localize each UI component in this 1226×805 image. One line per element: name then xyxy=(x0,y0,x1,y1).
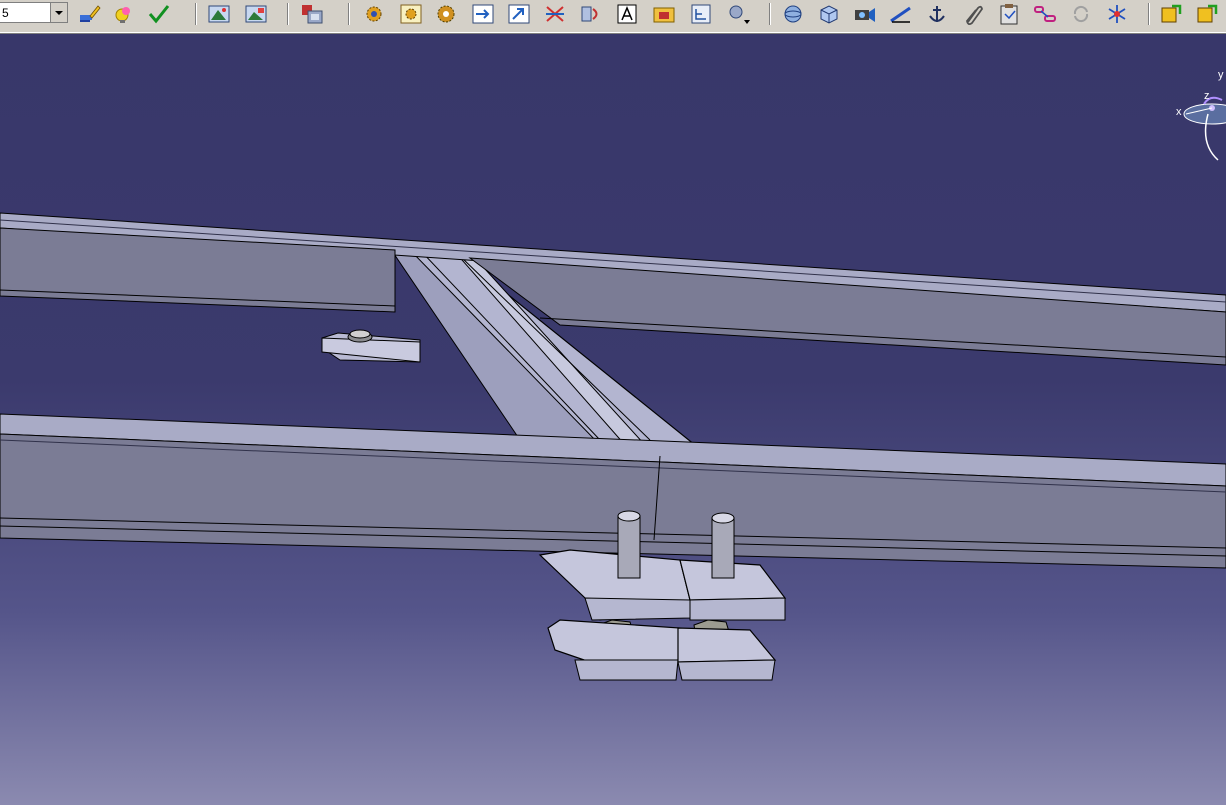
top-toolbar: 5 xyxy=(0,0,1226,34)
refresh-icon[interactable] xyxy=(1068,2,1094,26)
3d-viewport[interactable]: x y z xyxy=(0,34,1226,805)
arrow-tool-2-icon[interactable] xyxy=(506,2,532,26)
image-tool-icon[interactable] xyxy=(206,2,232,26)
3d-scene[interactable] xyxy=(0,34,1226,805)
compass-widget[interactable]: x y z xyxy=(1170,64,1226,164)
sphere-icon[interactable] xyxy=(780,2,806,26)
folder-icon[interactable] xyxy=(651,2,677,26)
toolbar-separator xyxy=(195,3,197,25)
layer-combo-box[interactable]: 5 xyxy=(0,2,68,23)
cross-arrows-icon[interactable] xyxy=(542,2,568,26)
drop-menu-icon[interactable] xyxy=(724,2,750,26)
chain-icon[interactable] xyxy=(1032,2,1058,26)
back-bracket xyxy=(321,329,421,363)
toolbar-separator xyxy=(1148,3,1150,25)
clipboard-icon[interactable] xyxy=(996,2,1022,26)
gear-3-icon[interactable] xyxy=(433,2,459,26)
paint-brush-icon[interactable] xyxy=(76,2,102,26)
gear-1-icon[interactable] xyxy=(362,2,388,26)
z-axis-label: z xyxy=(1204,90,1210,102)
gear-2-icon[interactable] xyxy=(398,2,424,26)
snowflake-icon[interactable] xyxy=(1104,2,1130,26)
camera-icon[interactable] xyxy=(852,2,878,26)
chevron-down-icon[interactable] xyxy=(50,3,67,22)
arrow-tool-icon[interactable] xyxy=(470,2,496,26)
image-tool-2-icon[interactable] xyxy=(243,2,269,26)
check-mark-icon[interactable] xyxy=(146,2,172,26)
toolbar-separator xyxy=(287,3,289,25)
cube-icon[interactable] xyxy=(816,2,842,26)
x-axis-label: x xyxy=(1176,106,1182,118)
combo-value: 5 xyxy=(2,6,9,20)
tree-icon[interactable] xyxy=(688,2,714,26)
paperclip-icon[interactable] xyxy=(960,2,986,26)
rotate-icon[interactable] xyxy=(578,2,604,26)
toolbar-separator xyxy=(769,3,771,25)
save-2-icon[interactable] xyxy=(1194,2,1220,26)
y-axis-label: y xyxy=(1218,69,1224,81)
anchor-icon[interactable] xyxy=(924,2,950,26)
save-icon[interactable] xyxy=(1158,2,1184,26)
light-bulb-icon[interactable] xyxy=(110,2,136,26)
measure-icon[interactable] xyxy=(888,2,914,26)
toolbar-separator xyxy=(348,3,350,25)
text-annotation-icon[interactable] xyxy=(614,2,640,26)
component-icon[interactable] xyxy=(299,2,325,26)
far-beam xyxy=(0,212,1226,366)
